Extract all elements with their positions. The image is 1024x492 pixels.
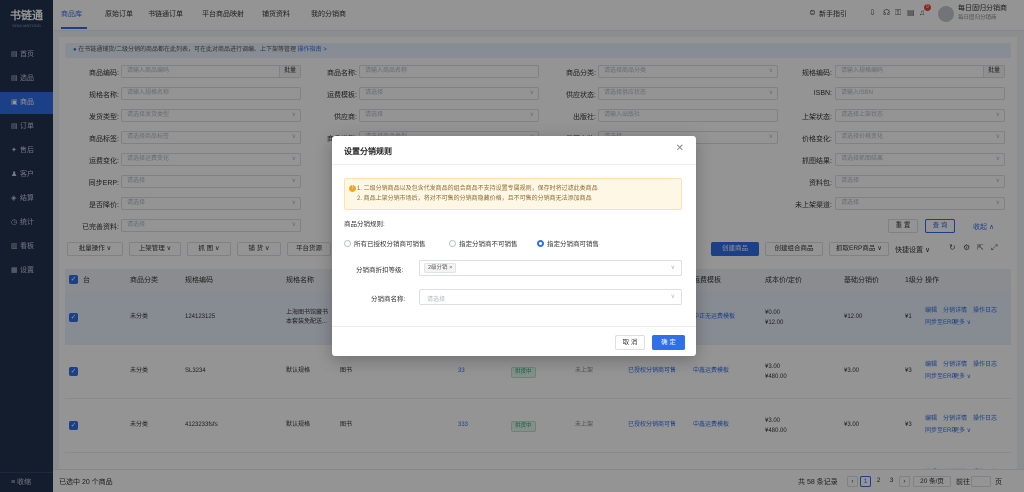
- radio-specified-not-sell[interactable]: 指定分销商不可销售: [449, 238, 518, 248]
- radio-all-authorized[interactable]: 所有已授权分销商可销售: [344, 238, 426, 248]
- close-icon[interactable]: ✕: [676, 143, 684, 154]
- radio-label: 指定分销商不可销售: [459, 241, 518, 248]
- warning-line-2: 2. 商品上架分销市场后，将对不可售的分销商隐藏价格，且不可售的分销商无法添加商…: [357, 196, 592, 202]
- radio-specified-sell[interactable]: 指定分销商可销售: [537, 238, 599, 248]
- warning-notice: ! 1. 二级分销商品以及包含代发商品的组合商品不支持设置专属规则，保存时将过滤…: [344, 178, 682, 210]
- radio-circle-checked: [537, 240, 544, 247]
- warning-line-1: 1. 二级分销商品以及包含代发商品的组合商品不支持设置专属规则，保存时将过滤此类…: [357, 186, 598, 192]
- warning-icon: !: [349, 185, 356, 192]
- level-label: 分销商折扣等级:: [356, 267, 404, 274]
- cancel-button[interactable]: 取 消: [615, 335, 645, 350]
- level-tag-text: 2级分销: [428, 265, 448, 271]
- distributor-select[interactable]: 请选择 ∨: [419, 289, 682, 305]
- tag-close-icon[interactable]: ×: [449, 265, 452, 271]
- distributor-placeholder: 请选择: [427, 297, 446, 303]
- chevron-down-icon: ∨: [670, 294, 675, 300]
- radio-circle: [344, 240, 351, 247]
- level-tag[interactable]: 2级分销 ×: [424, 263, 457, 273]
- radio-label: 所有已授权分销商可销售: [354, 241, 426, 248]
- app-root: 书链通 SHULIANTONG ▤ 首页 ▤ 选品 ▣ 商品 ▤ 订单 ✦ 售后 ♟ 客户 ◈ 结算 ◷ 统计…: [0, 0, 1024, 492]
- level-select[interactable]: 2级分销 × ∨: [419, 260, 682, 276]
- rule-label: 商品分销规则:: [344, 221, 385, 228]
- name-label: 分销商名称:: [371, 296, 406, 303]
- dialog-divider: [332, 164, 696, 165]
- confirm-button[interactable]: 确 定: [652, 335, 685, 350]
- radio-circle: [449, 240, 456, 247]
- dialog-title: 设置分销规则: [344, 147, 392, 156]
- dialog-divider: [332, 326, 696, 327]
- dist-rule-dialog: 设置分销规则 ✕ ! 1. 二级分销商品以及包含代发商品的组合商品不支持设置专属…: [332, 136, 696, 356]
- chevron-down-icon: ∨: [670, 265, 675, 271]
- radio-label: 指定分销商可销售: [547, 241, 599, 248]
